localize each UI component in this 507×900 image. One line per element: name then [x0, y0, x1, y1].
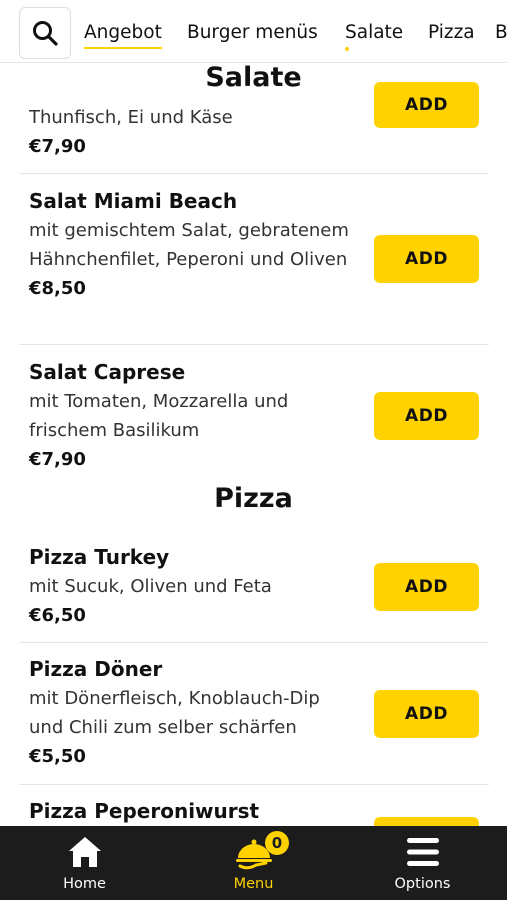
section-title-pizza: Pizza [214, 483, 293, 514]
item-price: €5,50 [29, 746, 86, 767]
search-button[interactable] [19, 7, 71, 59]
nav-home-label: Home [63, 876, 106, 892]
item-description: mit Tomaten, Mozzarella und frischem Bas… [29, 391, 289, 441]
tab-angebot[interactable]: Angebot [84, 22, 162, 49]
add-button[interactable]: ADD [374, 563, 479, 611]
divider [19, 173, 489, 174]
category-bar: Angebot Burger menüs Salate Pizza B [0, 0, 507, 63]
tab-burger-menus[interactable]: Burger menüs [187, 22, 318, 43]
item-name: Salat Caprese [29, 360, 186, 384]
item-description: mit Sucuk, Oliven und Feta [29, 576, 272, 597]
hamburger-menu-icon [406, 838, 439, 866]
nav-options[interactable]: Options [338, 826, 507, 900]
item-description: Thunfisch, Ei und Käse [29, 107, 233, 128]
nav-menu-label: Menu [233, 876, 274, 892]
add-button[interactable] [374, 817, 479, 826]
home-icon [68, 837, 101, 867]
add-button[interactable]: ADD [374, 82, 479, 128]
add-button[interactable]: ADD [374, 392, 479, 440]
nav-home[interactable]: Home [0, 826, 169, 900]
item-price: €7,90 [29, 136, 86, 157]
nav-options-label: Options [394, 876, 451, 892]
tab-salate[interactable]: Salate [345, 22, 404, 51]
bottom-nav: Home 0 Menu Options [0, 826, 507, 900]
search-icon [33, 21, 58, 46]
divider [19, 642, 489, 643]
tab-salate-label: Salate [345, 22, 404, 43]
menu-list[interactable]: Salate Thunfisch, Ei und Käse €7,90 ADD … [0, 62, 507, 826]
add-button[interactable]: ADD [374, 690, 479, 738]
divider [19, 344, 489, 345]
divider [19, 784, 489, 785]
cart-count-badge: 0 [265, 831, 289, 855]
item-description: mit Dönerfleisch, Knoblauch-Dip und Chil… [29, 688, 320, 738]
active-indicator [345, 47, 349, 51]
nav-menu[interactable]: 0 Menu [169, 826, 338, 900]
item-name: Salat Miami Beach [29, 189, 238, 213]
item-price: €7,90 [29, 449, 86, 470]
item-name: Pizza Döner [29, 657, 163, 681]
add-button[interactable]: ADD [374, 235, 479, 283]
item-description: mit gemischtem Salat, gebratenem Hähnche… [29, 220, 349, 270]
tab-more[interactable]: B [495, 22, 507, 43]
tab-pizza[interactable]: Pizza [428, 22, 475, 43]
